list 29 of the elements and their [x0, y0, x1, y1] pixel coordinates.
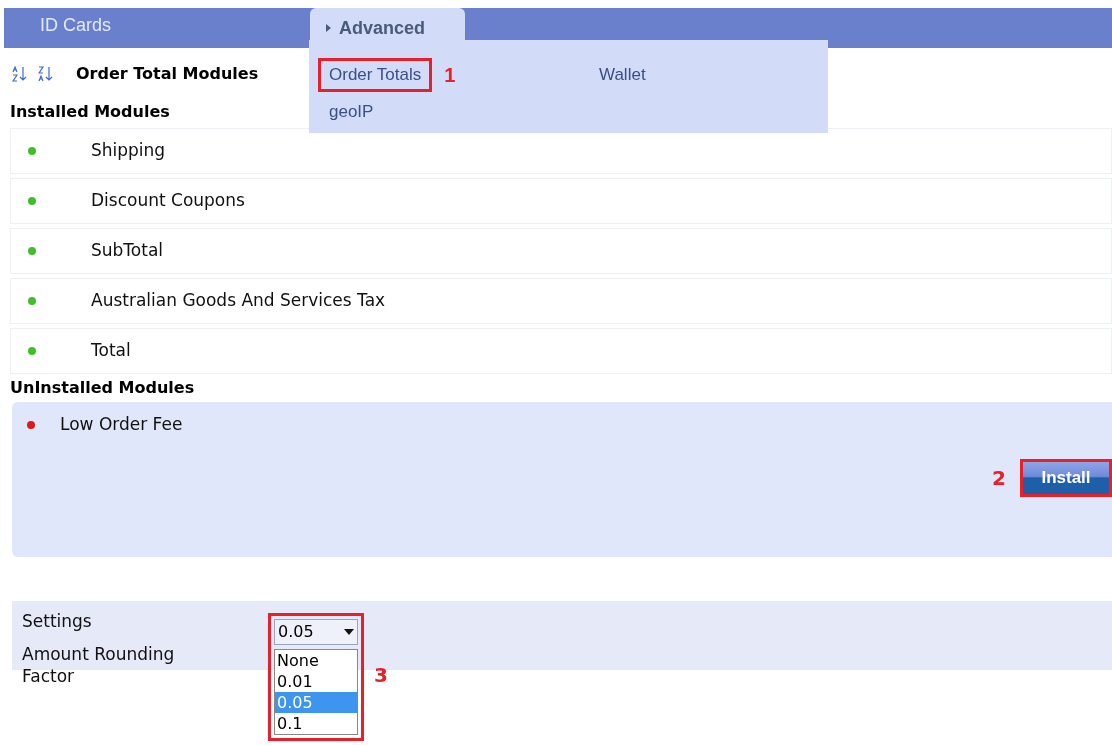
- module-row[interactable]: SubTotal: [10, 228, 1112, 274]
- module-name: Shipping: [91, 139, 166, 163]
- callout-number: 1: [444, 64, 456, 85]
- select-option[interactable]: 0.01: [275, 671, 357, 692]
- module-name: Australian Goods And Services Tax: [91, 289, 386, 313]
- module-row[interactable]: Shipping: [10, 128, 1112, 174]
- section-heading: UnInstalled Modules: [10, 377, 195, 399]
- select-option[interactable]: None: [275, 650, 357, 671]
- page-title: Order Total Modules: [76, 63, 259, 85]
- menu-link[interactable]: Wallet: [588, 59, 657, 91]
- module-row[interactable]: Australian Goods And Services Tax: [10, 278, 1112, 324]
- module-row[interactable]: Total: [10, 328, 1112, 374]
- install-button[interactable]: Install: [1020, 459, 1112, 497]
- rounding-select[interactable]: 0.05: [274, 619, 358, 645]
- module-row[interactable]: Discount Coupons: [10, 178, 1112, 224]
- module-name: SubTotal: [91, 239, 164, 263]
- module-name: Low Order Fee: [60, 413, 183, 436]
- callout-number: 3: [374, 663, 388, 687]
- callout-number: 2: [992, 468, 1006, 488]
- field-label: Amount Rounding Factor: [22, 643, 176, 687]
- menu-link[interactable]: geoIP: [318, 95, 385, 127]
- menu-link[interactable]: Order Totals: [318, 58, 433, 92]
- section-heading: Installed Modules: [10, 101, 170, 123]
- caret-icon: [326, 24, 331, 32]
- caret-icon: [344, 629, 354, 635]
- module-name: Total: [91, 339, 131, 363]
- module-name: Discount Coupons: [91, 189, 245, 213]
- settings-heading: Settings: [22, 610, 92, 633]
- select-option[interactable]: 0.1: [275, 713, 357, 734]
